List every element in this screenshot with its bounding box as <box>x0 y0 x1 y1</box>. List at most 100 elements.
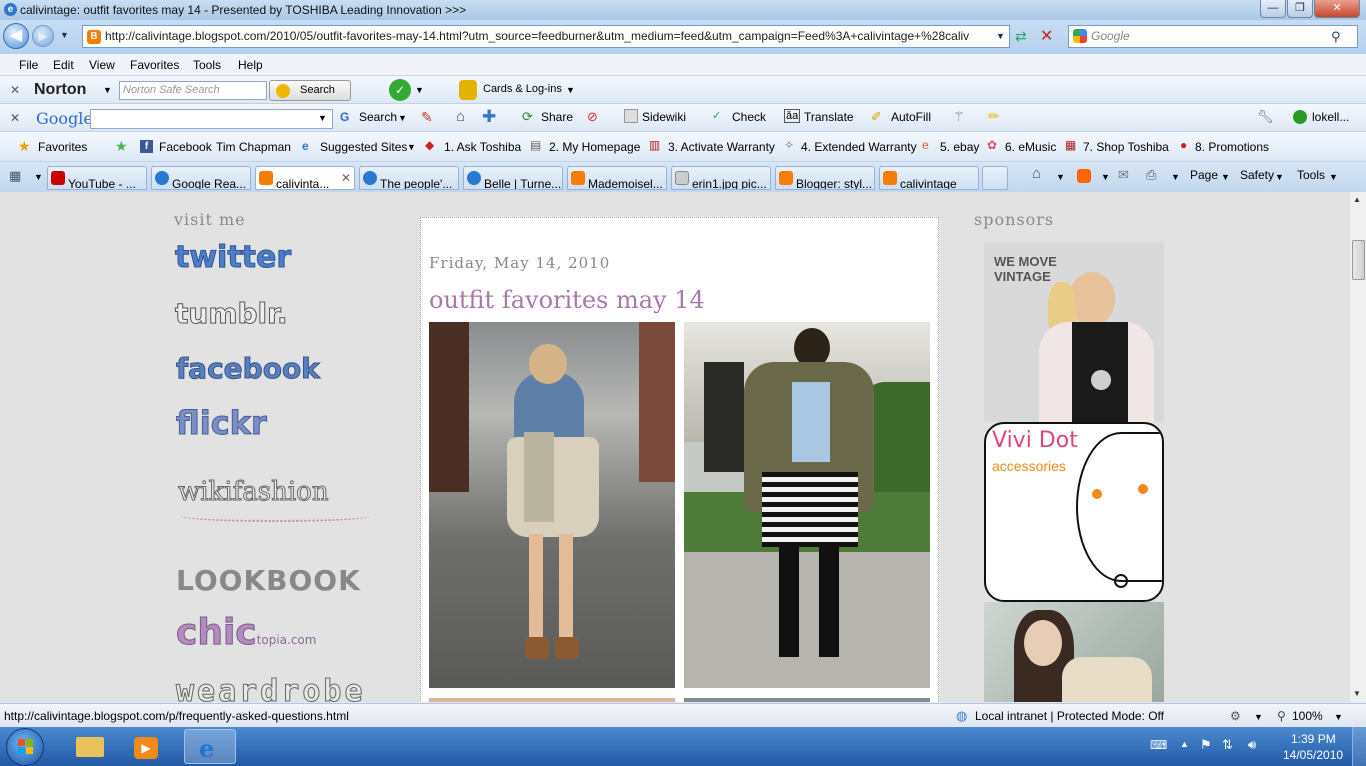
close-tab-icon[interactable]: ✕ <box>341 167 351 189</box>
norton-search-button[interactable]: Search <box>269 80 351 101</box>
tools-menu[interactable]: Tools <box>1297 168 1325 182</box>
safety-menu[interactable]: Safety <box>1240 168 1274 182</box>
tab-mademoiselle[interactable]: Mademoisel... <box>567 166 667 190</box>
google-search-dropdown[interactable]: ▼ <box>318 113 327 123</box>
cards-dropdown[interactable]: ▼ <box>566 85 575 95</box>
sidewiki-btn[interactable]: Sidewiki <box>642 110 686 124</box>
fav-activate-warranty[interactable]: 3. Activate Warranty <box>668 140 775 154</box>
forward-button[interactable]: ▶ <box>32 25 54 47</box>
wikifashion-link[interactable]: wikifashion <box>178 477 330 508</box>
feeds-dropdown[interactable]: ▼ <box>1101 172 1110 182</box>
tab-youtube[interactable]: YouTube - ... <box>47 166 147 190</box>
menu-view[interactable]: View <box>89 58 115 72</box>
show-desktop-button[interactable] <box>1352 727 1366 766</box>
favorites-button[interactable]: Favorites <box>38 140 87 154</box>
new-tab-button[interactable] <box>982 166 1008 190</box>
fav-tim-chapman[interactable]: Tim Chapman <box>216 140 291 154</box>
tab-calivintage[interactable]: calivintage <box>879 166 979 190</box>
fav-ebay[interactable]: 5. ebay <box>940 140 979 154</box>
fav-emusic[interactable]: 6. eMusic <box>1005 140 1056 154</box>
cards-logins[interactable]: Cards & Log-ins <box>483 83 562 95</box>
fav-suggested-sites[interactable]: Suggested Sites <box>320 140 407 154</box>
scroll-thumb[interactable] <box>1352 240 1365 280</box>
norton-logo[interactable]: Norton <box>34 81 86 99</box>
tools-dropdown[interactable]: ▼ <box>1329 172 1338 182</box>
close-toolbar-icon[interactable]: ✕ <box>10 83 20 97</box>
fav-facebook[interactable]: Facebook <box>159 140 212 154</box>
flickr-link[interactable]: flickr <box>176 404 268 443</box>
outfit-photo-4[interactable] <box>684 698 930 702</box>
tab-list-dropdown[interactable]: ▼ <box>34 172 43 182</box>
close-button[interactable]: ✕ <box>1314 0 1360 18</box>
refresh-icon[interactable]: ⇄ <box>1015 28 1027 45</box>
print-dropdown[interactable]: ▼ <box>1171 172 1180 182</box>
volume-icon[interactable]: 🔊︎ <box>1248 737 1256 753</box>
google-search-input[interactable] <box>90 109 333 129</box>
suggested-dropdown[interactable]: ▼ <box>407 142 416 152</box>
stop-icon[interactable]: ✕ <box>1040 26 1053 46</box>
quick-tabs-icon[interactable]: ▦ <box>9 168 21 184</box>
tab-belle[interactable]: Belle | Turne... <box>463 166 563 190</box>
restore-button[interactable]: ❐ <box>1287 0 1313 18</box>
outfit-photo-2[interactable] <box>684 322 930 688</box>
network-icon[interactable]: ⇅ <box>1222 737 1233 753</box>
popup-blocker-icon[interactable]: ⊘ <box>587 109 598 125</box>
minimize-button[interactable]: — <box>1260 0 1286 18</box>
add-favorite-icon[interactable]: ★ <box>115 138 128 155</box>
menu-help[interactable]: Help <box>238 58 263 72</box>
tab-erin1-jpg[interactable]: erin1.jpg pic... <box>671 166 771 190</box>
home-dropdown[interactable]: ▼ <box>1056 172 1065 182</box>
bookmark-icon[interactable]: ✎ <box>421 109 433 126</box>
fav-my-homepage[interactable]: 2. My Homepage <box>549 140 640 154</box>
tab-calivintage-active[interactable]: calivinta... ✕ <box>255 166 355 190</box>
media-player-taskbar-button[interactable]: ▶ <box>126 731 166 763</box>
menu-favorites[interactable]: Favorites <box>130 58 179 72</box>
security-zone[interactable]: Local intranet | Protected Mode: Off <box>975 709 1164 723</box>
tray-expand-icon[interactable]: ▲ <box>1180 739 1189 749</box>
scroll-down-icon[interactable]: ▼ <box>1353 689 1361 698</box>
sponsor-3[interactable] <box>984 602 1164 702</box>
explorer-taskbar-button[interactable] <box>70 731 110 763</box>
safe-dropdown[interactable]: ▼ <box>415 85 424 95</box>
status-dropdown[interactable]: ▼ <box>1254 712 1263 722</box>
start-button[interactable] <box>6 728 44 766</box>
keyboard-icon[interactable]: ⌨ <box>1150 738 1167 752</box>
add-button-icon[interactable]: ✚ <box>482 107 496 127</box>
fav-promotions[interactable]: 8. Promotions <box>1195 140 1269 154</box>
outfit-photo-3[interactable] <box>429 698 675 702</box>
tumblr-link[interactable]: tumblr. <box>175 297 289 331</box>
feeds-icon[interactable] <box>1077 169 1091 183</box>
facebook-link[interactable]: facebook <box>176 352 321 386</box>
search-input[interactable]: Google ⚲ <box>1068 25 1358 48</box>
sponsor-vivi-dot[interactable]: Vivi Dot accessories <box>984 422 1164 602</box>
zoom-level[interactable]: 100% <box>1292 709 1323 723</box>
safe-check-icon[interactable]: ✓ <box>389 79 411 101</box>
scroll-up-icon[interactable]: ▲ <box>1353 195 1361 204</box>
fav-extended-warranty[interactable]: 4. Extended Warranty <box>801 140 917 154</box>
menu-tools[interactable]: Tools <box>193 58 221 72</box>
home-icon[interactable]: ⌂ <box>456 108 465 125</box>
recent-pages-dropdown[interactable]: ▼ <box>60 30 69 40</box>
zoom-dropdown[interactable]: ▼ <box>1334 712 1343 722</box>
menu-edit[interactable]: Edit <box>53 58 74 72</box>
tab-google-reader[interactable]: Google Rea... <box>151 166 251 190</box>
fav-shop-toshiba[interactable]: 7. Shop Toshiba <box>1083 140 1169 154</box>
google-search-btn[interactable]: Search <box>359 110 397 124</box>
page-dropdown[interactable]: ▼ <box>1221 172 1230 182</box>
address-dropdown[interactable]: ▼ <box>996 31 1005 41</box>
read-mail-icon[interactable]: ✉ <box>1118 167 1129 183</box>
norton-search-input[interactable]: Norton Safe Search <box>119 81 267 100</box>
ie-taskbar-button[interactable]: e <box>184 729 236 764</box>
sponsor-we-move-vintage[interactable]: WE MOVE VINTAGE <box>984 242 1164 422</box>
vertical-scrollbar[interactable]: ▲ ▼ <box>1349 192 1366 702</box>
menu-file[interactable]: File <box>19 58 38 72</box>
back-button[interactable]: ◀ <box>3 23 29 49</box>
fav-ask-toshiba[interactable]: 1. Ask Toshiba <box>444 140 521 154</box>
search-icon[interactable]: ⚲ <box>1331 26 1341 47</box>
weardrobe-link[interactable]: weardrobe <box>176 674 366 703</box>
wand-icon[interactable]: ⚚ <box>953 109 965 125</box>
close-google-toolbar-icon[interactable]: ✕ <box>10 111 20 125</box>
share-btn[interactable]: Share <box>541 110 573 124</box>
highlighter-icon[interactable]: ✏ <box>988 108 1000 125</box>
wrench-icon[interactable]: 🔧︎ <box>1257 109 1274 125</box>
